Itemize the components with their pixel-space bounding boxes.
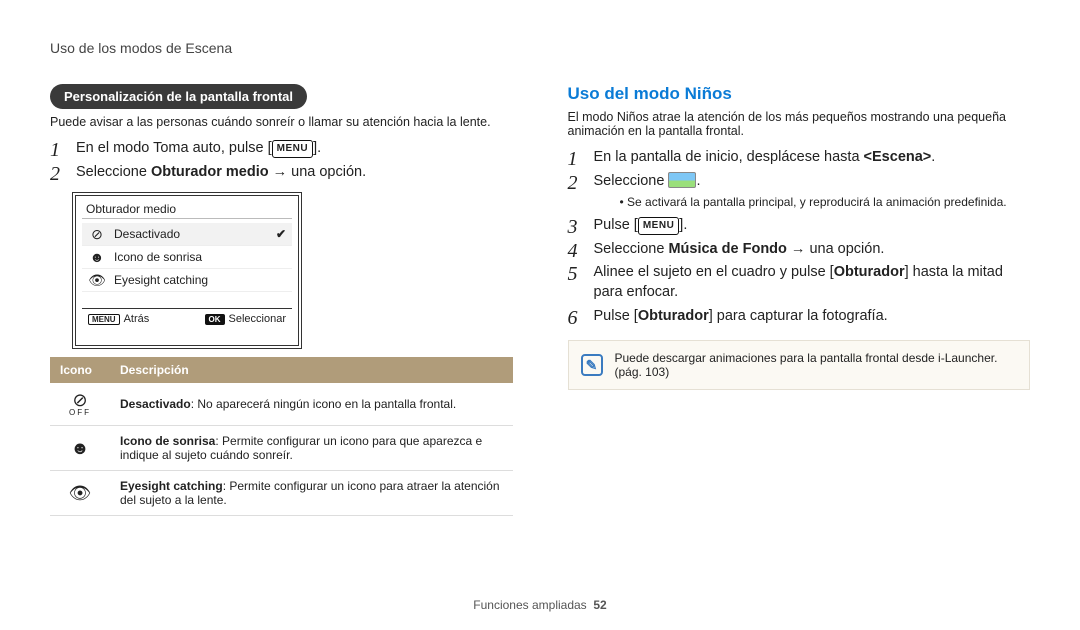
text: . [696, 173, 700, 189]
option-desactivado: ⊘ Desactivado ✔ [82, 223, 292, 246]
text: Pulse [ [594, 217, 638, 233]
table-row: 👁 Eyesight catching: Permite configurar … [50, 471, 513, 516]
off-icon: ⊘ [88, 227, 106, 241]
eye-icon: 👁 [50, 471, 110, 516]
smile-icon: ☻ [50, 426, 110, 471]
option-eyesight: 👁 Eyesight catching [82, 269, 292, 292]
menu-icon: MENU [638, 217, 679, 235]
table-row: ⊘OFF Desactivado: No aparecerá ningún ic… [50, 383, 513, 426]
option-sonrisa: ☻ Icono de sonrisa [82, 246, 292, 269]
option-label: Icono de sonrisa [114, 250, 202, 264]
step-1-post: ]. [313, 140, 321, 156]
text: Alinee el sujeto en el cuadro y pulse [ [594, 264, 834, 280]
check-icon: ✔ [276, 227, 286, 241]
smile-icon: ☻ [88, 250, 106, 264]
cell-bold: Eyesight catching [120, 479, 223, 493]
footer-page: 52 [593, 598, 606, 612]
cell-desc: Icono de sonrisa: Permite configurar un … [110, 426, 513, 471]
intro-text: Puede avisar a las personas cuándo sonre… [50, 115, 513, 129]
table-row: ☻ Icono de sonrisa: Permite configurar u… [50, 426, 513, 471]
cell-bold: Desactivado [120, 397, 191, 411]
text: Seleccione [594, 173, 669, 189]
text: ]. [679, 217, 687, 233]
menu-chip-icon: MENU [88, 314, 120, 325]
text: Seleccione [594, 241, 669, 257]
text: ] para capturar la fotografía. [709, 308, 888, 324]
bold: Obturador [638, 308, 709, 324]
description-table: Icono Descripción ⊘OFF Desactivado: No a… [50, 357, 513, 516]
option-label: Eyesight catching [114, 273, 208, 287]
step-5: Alinee el sujeto en el cuadro y pulse [O… [568, 263, 1031, 302]
bold: Obturador [834, 264, 905, 280]
cell-text: : No aparecerá ningún icono en la pantal… [191, 397, 457, 411]
step-1: En la pantalla de inicio, desplácese has… [568, 148, 1031, 168]
note-box: ✎ Puede descargar animaciones para la pa… [568, 340, 1031, 390]
cell-bold: Icono de sonrisa [120, 434, 215, 448]
section-heading: Uso del modo Niños [568, 84, 1031, 104]
text: . [931, 149, 935, 165]
text: En la pantalla de inicio, desplácese has… [594, 149, 864, 165]
step-2-pre: Seleccione [76, 164, 151, 180]
back-button: MENU Atrás [88, 313, 149, 325]
eye-icon: 👁 [88, 273, 106, 287]
text: Pulse [ [594, 308, 638, 324]
step-6: Pulse [Obturador] para capturar la fotog… [568, 307, 1031, 327]
ok-chip-icon: OK [205, 314, 225, 325]
page-footer: Funciones ampliadas 52 [0, 598, 1080, 612]
right-column: Uso del modo Niños El modo Niños atrae l… [568, 84, 1031, 516]
screen-title: Obturador medio [82, 200, 292, 219]
cell-desc: Desactivado: No aparecerá ningún icono e… [110, 383, 513, 426]
th-desc: Descripción [110, 357, 513, 383]
step-2-bold: Obturador medio [151, 164, 269, 180]
th-icon: Icono [50, 357, 110, 383]
left-column: Personalización de la pantalla frontal P… [50, 84, 513, 516]
step-2: Seleccione . Se activará la pantalla pri… [568, 172, 1031, 211]
cell-desc: Eyesight catching: Permite configurar un… [110, 471, 513, 516]
text: → una opción. [787, 241, 885, 257]
select-label: Seleccionar [229, 313, 286, 325]
intro-text: El modo Niños atrae la atención de los m… [568, 110, 1031, 138]
camera-screen: Obturador medio ⊘ Desactivado ✔ ☻ Icono … [72, 192, 302, 349]
footer-section: Funciones ampliadas [473, 598, 586, 612]
menu-icon: MENU [272, 140, 313, 158]
section-badge: Personalización de la pantalla frontal [50, 84, 307, 109]
step-4: Seleccione Música de Fondo → una opción. [568, 240, 1031, 260]
bold: <Escena> [864, 149, 932, 165]
off-icon: ⊘OFF [50, 383, 110, 426]
step-2: Seleccione Obturador medio → una opción. [50, 163, 513, 183]
step-1: En el modo Toma auto, pulse [MENU]. [50, 139, 513, 159]
breadcrumb: Uso de los modos de Escena [50, 40, 1030, 56]
option-label: Desactivado [114, 227, 180, 241]
note-icon: ✎ [581, 354, 603, 376]
step-3: Pulse [MENU]. [568, 216, 1031, 236]
step-1-pre: En el modo Toma auto, pulse [ [76, 140, 272, 156]
sub-bullet: Se activará la pantalla principal, y rep… [620, 194, 1031, 210]
scene-thumb-icon [668, 172, 696, 188]
back-label: Atrás [124, 313, 150, 325]
bold: Música de Fondo [668, 241, 786, 257]
select-button: OK Seleccionar [205, 313, 286, 325]
step-2-post: → una opción. [269, 164, 367, 180]
note-text: Puede descargar animaciones para la pant… [615, 351, 1018, 379]
